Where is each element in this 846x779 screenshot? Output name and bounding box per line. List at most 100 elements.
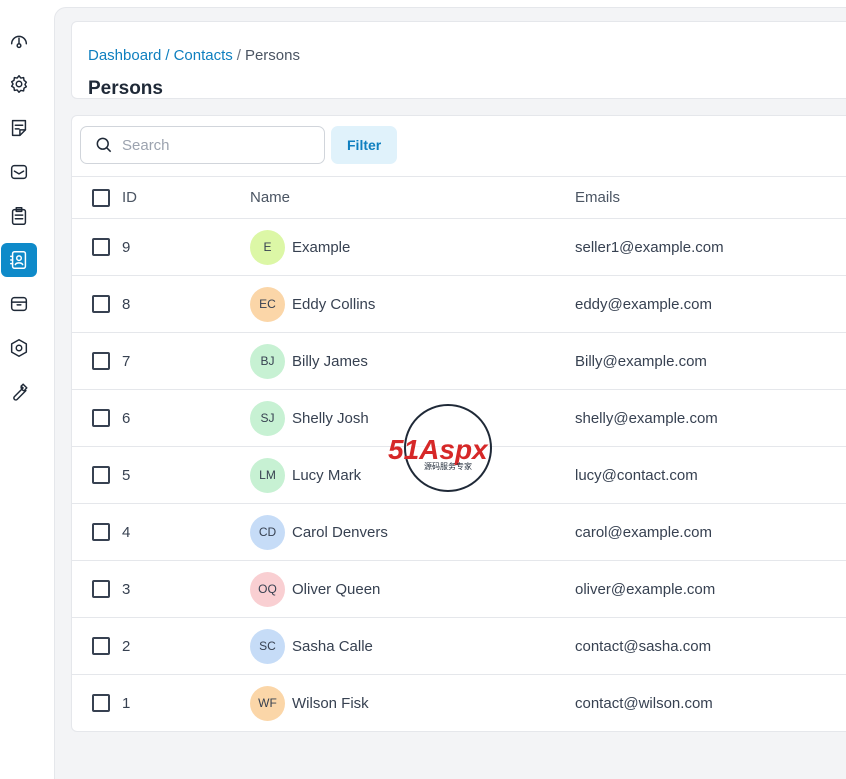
avatar: BJ	[250, 343, 285, 379]
row-checkbox[interactable]	[92, 295, 110, 313]
table-row[interactable]: 8 EC Eddy Collins eddy@example.com	[72, 276, 846, 333]
archive-icon	[10, 296, 28, 312]
sidebar	[0, 0, 54, 779]
row-id: 2	[122, 637, 131, 655]
row-name-cell: SC Sasha Calle	[250, 628, 373, 664]
person-name[interactable]: Eddy Collins	[292, 296, 375, 313]
row-id: 1	[122, 694, 131, 712]
avatar: SC	[250, 628, 285, 664]
person-email: eddy@example.com	[575, 295, 712, 313]
table-header-row: ID Name Emails	[72, 176, 846, 219]
gauge-icon	[10, 35, 28, 49]
row-id: 7	[122, 352, 131, 370]
row-name-cell: E Example	[250, 229, 350, 265]
contacts-icon	[10, 251, 27, 269]
person-name[interactable]: Oliver Queen	[292, 581, 380, 598]
clipboard-icon	[11, 207, 27, 225]
person-name[interactable]: Shelly Josh	[292, 410, 369, 427]
row-checkbox[interactable]	[92, 694, 110, 712]
mail-icon	[10, 164, 28, 180]
row-name-cell: LM Lucy Mark	[250, 457, 361, 493]
main-content: Dashboard / Contacts / Persons Persons F…	[54, 7, 846, 779]
row-checkbox[interactable]	[92, 352, 110, 370]
row-name-cell: OQ Oliver Queen	[250, 571, 380, 607]
person-name[interactable]: Sasha Calle	[292, 638, 373, 655]
row-id: 8	[122, 295, 131, 313]
watermark-logo-text: 51Aspx	[388, 434, 489, 465]
avatar: WF	[250, 685, 285, 721]
search-box	[80, 126, 325, 164]
column-header-name[interactable]: Name	[250, 189, 290, 206]
sidebar-item-settings[interactable]	[1, 67, 37, 101]
table-row[interactable]: 4 CD Carol Denvers carol@example.com	[72, 504, 846, 561]
page-title: Persons	[88, 78, 163, 99]
column-header-id[interactable]: ID	[122, 189, 137, 206]
person-email: contact@sasha.com	[575, 637, 712, 655]
person-email: Billy@example.com	[575, 352, 707, 370]
breadcrumb-contacts-link[interactable]: Contacts	[174, 47, 233, 64]
avatar: EC	[250, 286, 285, 322]
row-id: 6	[122, 409, 131, 427]
sticky-note-icon	[11, 119, 27, 137]
row-checkbox[interactable]	[92, 409, 110, 427]
sidebar-item-contacts[interactable]	[1, 243, 37, 277]
sidebar-item-tasks[interactable]	[1, 199, 37, 233]
settings-cog-icon	[10, 75, 28, 93]
filter-button[interactable]: Filter	[331, 126, 398, 164]
row-checkbox[interactable]	[92, 523, 110, 541]
avatar: LM	[250, 457, 285, 493]
person-name[interactable]: Carol Denvers	[292, 524, 388, 541]
person-email: carol@example.com	[575, 523, 712, 541]
person-email: seller1@example.com	[575, 238, 724, 256]
table-row[interactable]: 1 WF Wilson Fisk contact@wilson.com	[72, 675, 846, 731]
row-id: 4	[122, 523, 131, 541]
row-checkbox[interactable]	[92, 466, 110, 484]
row-name-cell: EC Eddy Collins	[250, 286, 375, 322]
table-row[interactable]: 7 BJ Billy James Billy@example.com	[72, 333, 846, 390]
watermark-logo: 51Aspx 源码服务专家	[388, 404, 492, 492]
hexagon-settings-icon	[10, 339, 28, 357]
person-email: lucy@contact.com	[575, 466, 698, 484]
table-row[interactable]: 9 E Example seller1@example.com	[72, 219, 846, 276]
avatar: OQ	[250, 571, 285, 607]
sidebar-item-archive[interactable]	[1, 287, 37, 321]
avatar: E	[250, 229, 285, 265]
breadcrumb-separator: /	[236, 47, 241, 64]
table-toolbar: Filter	[80, 126, 398, 164]
person-name[interactable]: Billy James	[292, 353, 368, 370]
row-id: 3	[122, 580, 131, 598]
sidebar-item-configuration[interactable]	[1, 331, 37, 365]
row-checkbox[interactable]	[92, 637, 110, 655]
person-name[interactable]: Lucy Mark	[292, 467, 361, 484]
row-name-cell: SJ Shelly Josh	[250, 400, 369, 436]
row-name-cell: BJ Billy James	[250, 343, 368, 379]
row-checkbox[interactable]	[92, 238, 110, 256]
sidebar-item-mail[interactable]	[1, 155, 37, 189]
row-id: 9	[122, 238, 131, 256]
row-name-cell: CD Carol Denvers	[250, 514, 388, 550]
avatar: SJ	[250, 400, 285, 436]
sidebar-item-tools[interactable]	[1, 375, 37, 409]
row-checkbox[interactable]	[92, 580, 110, 598]
sidebar-item-dashboard[interactable]	[1, 24, 37, 58]
wrench-icon	[13, 383, 28, 401]
avatar: CD	[250, 514, 285, 550]
person-email: shelly@example.com	[575, 409, 718, 427]
person-name[interactable]: Example	[292, 239, 350, 256]
sidebar-item-notes[interactable]	[1, 111, 37, 145]
person-name[interactable]: Wilson Fisk	[292, 695, 369, 712]
row-id: 5	[122, 466, 131, 484]
row-name-cell: WF Wilson Fisk	[250, 685, 369, 721]
breadcrumb-separator: /	[165, 47, 170, 64]
search-input[interactable]	[122, 136, 302, 154]
table-row[interactable]: 3 OQ Oliver Queen oliver@example.com	[72, 561, 846, 618]
page-header: Dashboard / Contacts / Persons Persons	[71, 21, 846, 99]
search-icon	[96, 137, 112, 153]
breadcrumb-dashboard-link[interactable]: Dashboard	[88, 47, 161, 64]
watermark-tagline: 源码服务专家	[424, 461, 472, 471]
column-header-emails[interactable]: Emails	[575, 189, 620, 206]
select-all-checkbox[interactable]	[92, 188, 110, 207]
table-row[interactable]: 2 SC Sasha Calle contact@sasha.com	[72, 618, 846, 675]
breadcrumb-current: Persons	[244, 47, 300, 64]
person-email: contact@wilson.com	[575, 694, 713, 712]
